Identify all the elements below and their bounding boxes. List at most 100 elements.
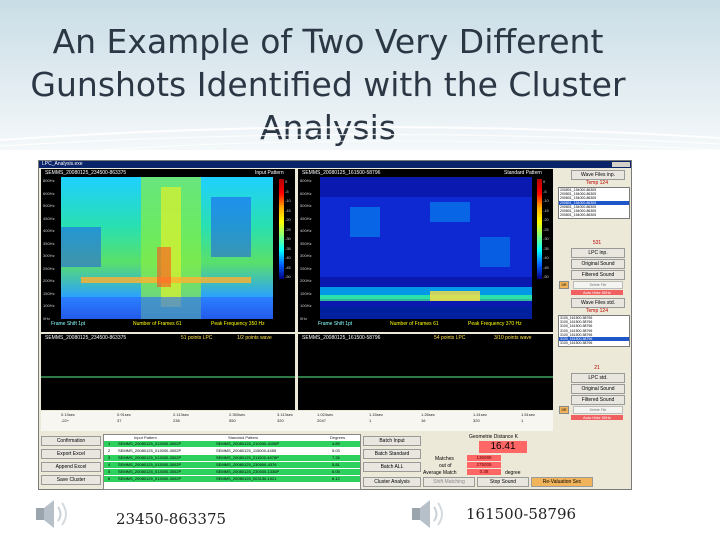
cluster-analysis-button[interactable]: Cluster Analysis (363, 477, 421, 487)
export-excel-button[interactable]: Export Excel (41, 449, 101, 459)
row-degree: 6.12 (332, 476, 340, 481)
freq-tick-label: 600Hz (300, 190, 312, 196)
auto-std-label: Auto (582, 415, 592, 420)
app-window: LPC_Analysis.exe SEMMS_20080125_234500-8… (38, 160, 632, 490)
average-match-value: 0.38 (467, 469, 501, 475)
left-sub-1: 37 (117, 418, 122, 423)
input-spectrogram-pane: SEMMS_20080125_234500-863375 Input Patte… (41, 169, 295, 332)
right-tick-0: 1.024sec (317, 412, 334, 417)
row-index: 6 (108, 476, 111, 481)
dr-std-button[interactable]: DR (559, 406, 569, 414)
degree-unit: degree (505, 470, 521, 476)
row-standard: SEMMS_20080125_211500-4876P (216, 455, 279, 460)
col-standard-pattern: Standard Pattern (228, 435, 259, 440)
wave-files-std-button[interactable]: Wave Files std. (571, 298, 625, 308)
colorbar-tick-label: -10 (285, 198, 291, 203)
batch-standard-button[interactable]: Batch Standard (363, 449, 421, 459)
filtered-sound-inp-button[interactable]: Filtered Sound (571, 270, 625, 280)
speaker-icon-left[interactable] (32, 494, 72, 534)
input-pane-file: SEMMS_20080125_234500-863375 (45, 170, 127, 176)
original-sound-std-button[interactable]: Original Sound (571, 384, 625, 394)
row-degree: 4.89 (332, 441, 340, 446)
stop-sound-button[interactable]: Stop Sound (477, 477, 529, 487)
colorbar-tick-label: -15 (543, 207, 549, 213)
right-sub-3: 320 (473, 418, 480, 423)
time-axis-strip: 0.13sec 0.91sec 2.113sec 2.350sec 3.113s… (41, 411, 553, 431)
input-footer-frame: Frame Shift 1pt (51, 321, 86, 327)
colorbar-tick-label: -25 (543, 226, 549, 232)
caption-right: 161500-58796 (466, 505, 577, 523)
bottom-control-area: Confirmation Export Excel Append Excel S… (39, 433, 631, 490)
standard-waveform-line (298, 376, 553, 378)
colorbar-tick-label: -50 (285, 274, 291, 279)
input-footer-frames: Number of Frames 61 (133, 321, 182, 327)
append-excel-button[interactable]: Append Excel (41, 462, 101, 472)
row-input: SEMMS_20080125_013000-3002P (118, 455, 182, 460)
standard-pane-file: SEMMS_20080125_161500-58796 (302, 170, 381, 176)
batch-all-button[interactable]: Batch ALL (363, 462, 421, 472)
confirmation-button[interactable]: Confirmation (41, 436, 101, 446)
shift-matching-button[interactable]: Shift Matching (423, 477, 475, 487)
window-title-bar: LPC_Analysis.exe (39, 161, 631, 168)
auto-hide-std-bar[interactable]: Auto Hide 50Hz (571, 415, 623, 420)
row-standard: SEMMS_20080125_003130-1021 (216, 476, 277, 481)
dr-inp-button[interactable]: DR (559, 281, 569, 289)
colorbar-tick-label: -45 (285, 264, 291, 270)
colorbar-tick-label: -10 (543, 198, 549, 203)
standard-file-list[interactable]: 3100_161500-58796 3100_161500-58796 3100… (558, 315, 630, 347)
window-controls[interactable] (612, 162, 630, 167)
row-standard: SEMMS_20080125_115000-4455 (216, 448, 277, 453)
colorbar-tick-label: -35 (543, 245, 549, 251)
colorbar-tick-label: -20 (543, 217, 549, 222)
re-valuation-button[interactable]: Re-Valuation Sec (531, 477, 593, 487)
left-tick-3: 2.350sec (229, 412, 246, 417)
delete-file-inp-button[interactable]: Delete File (573, 281, 623, 289)
input-file-list[interactable]: 200801_154000-86305 200801_154000-86305 … (558, 187, 630, 219)
auto-hide-inp-bar[interactable]: Auto Hide 50Hz (571, 290, 623, 295)
row-index: 2 (108, 448, 111, 453)
lpc-inp-button[interactable]: LPC inp. (571, 248, 625, 258)
input-file-item[interactable]: 200801_154000-86305 (559, 213, 629, 217)
left-tick-4: 3.113sec (277, 412, 293, 417)
matches-value: 136089 (467, 455, 501, 461)
temp-std-label: Temp 124 (586, 308, 608, 314)
row-input: SEMMS_20080125_013000-3002P (118, 469, 182, 474)
left-sub-0: -22+ (61, 418, 70, 423)
standard-footer-frames: Number of Frames 61 (390, 321, 439, 327)
table-row[interactable]: 1 SEMMS_20080125_013000-3002P SEMMS_2008… (104, 441, 360, 447)
lpc-std-button[interactable]: LPC std. (571, 373, 625, 383)
original-sound-inp-button[interactable]: Original Sound (571, 259, 625, 269)
table-row[interactable]: 5 SEMMS_20080125_013000-3002P SEMMS_2008… (104, 469, 360, 475)
filtered-sound-std-button[interactable]: Filtered Sound (571, 395, 625, 405)
table-row[interactable]: 6 SEMMS_20080125_013000-3002P SEMMS_2008… (104, 476, 360, 482)
standard-footer-peak: Peak Frequency 370 Hz (468, 321, 522, 327)
speaker-icon-right[interactable] (408, 494, 448, 534)
left-tick-2: 2.113sec (173, 412, 189, 417)
row-index: 1 (108, 441, 111, 446)
row-standard: SEMMS_20080125_230000-1336P (216, 469, 280, 474)
hide-std-label: Hide (592, 415, 601, 420)
hide-inp-label: Hide (592, 290, 601, 295)
delete-file-std-button[interactable]: Delete File (573, 406, 623, 414)
input-colorbar (279, 179, 284, 279)
freq-tick-label: 800Hz (43, 178, 55, 183)
standard-file-item[interactable]: 3100_161500-58796 (559, 341, 629, 345)
auto-inp-label: Auto (582, 290, 592, 295)
temp-inp-label: Temp 124 (586, 180, 608, 186)
table-row[interactable]: 2 SEMMS_20080125_013000-3002P SEMMS_2008… (104, 448, 360, 454)
standard-spectrogram (320, 177, 532, 319)
wave-files-inp-button[interactable]: Wave Files inp. (571, 170, 625, 180)
col-input-pattern: Input Pattern (134, 435, 157, 440)
standard-pane-label: Standard Pattern (504, 170, 542, 176)
hz-inp-label: 50Hz (601, 290, 612, 295)
table-row[interactable]: 4 SEMMS_20080125_013000-3002P SEMMS_2008… (104, 462, 360, 468)
input-waveform-pane: SEMMS_20080125_234500-863375 51 points L… (41, 334, 295, 410)
results-table[interactable]: Input Pattern Standard Pattern Degrees 1… (103, 434, 361, 490)
freq-tick-label: 150Hz (300, 290, 312, 296)
save-cluster-button[interactable]: Save Cluster (41, 475, 101, 485)
freq-tick-label: 100Hz (300, 303, 312, 309)
input-spectrogram (61, 177, 273, 319)
colorbar-tick-label: -40 (285, 255, 291, 260)
batch-input-button[interactable]: Batch Input (363, 436, 421, 446)
table-row[interactable]: 3 SEMMS_20080125_013000-3002P SEMMS_2008… (104, 455, 360, 461)
